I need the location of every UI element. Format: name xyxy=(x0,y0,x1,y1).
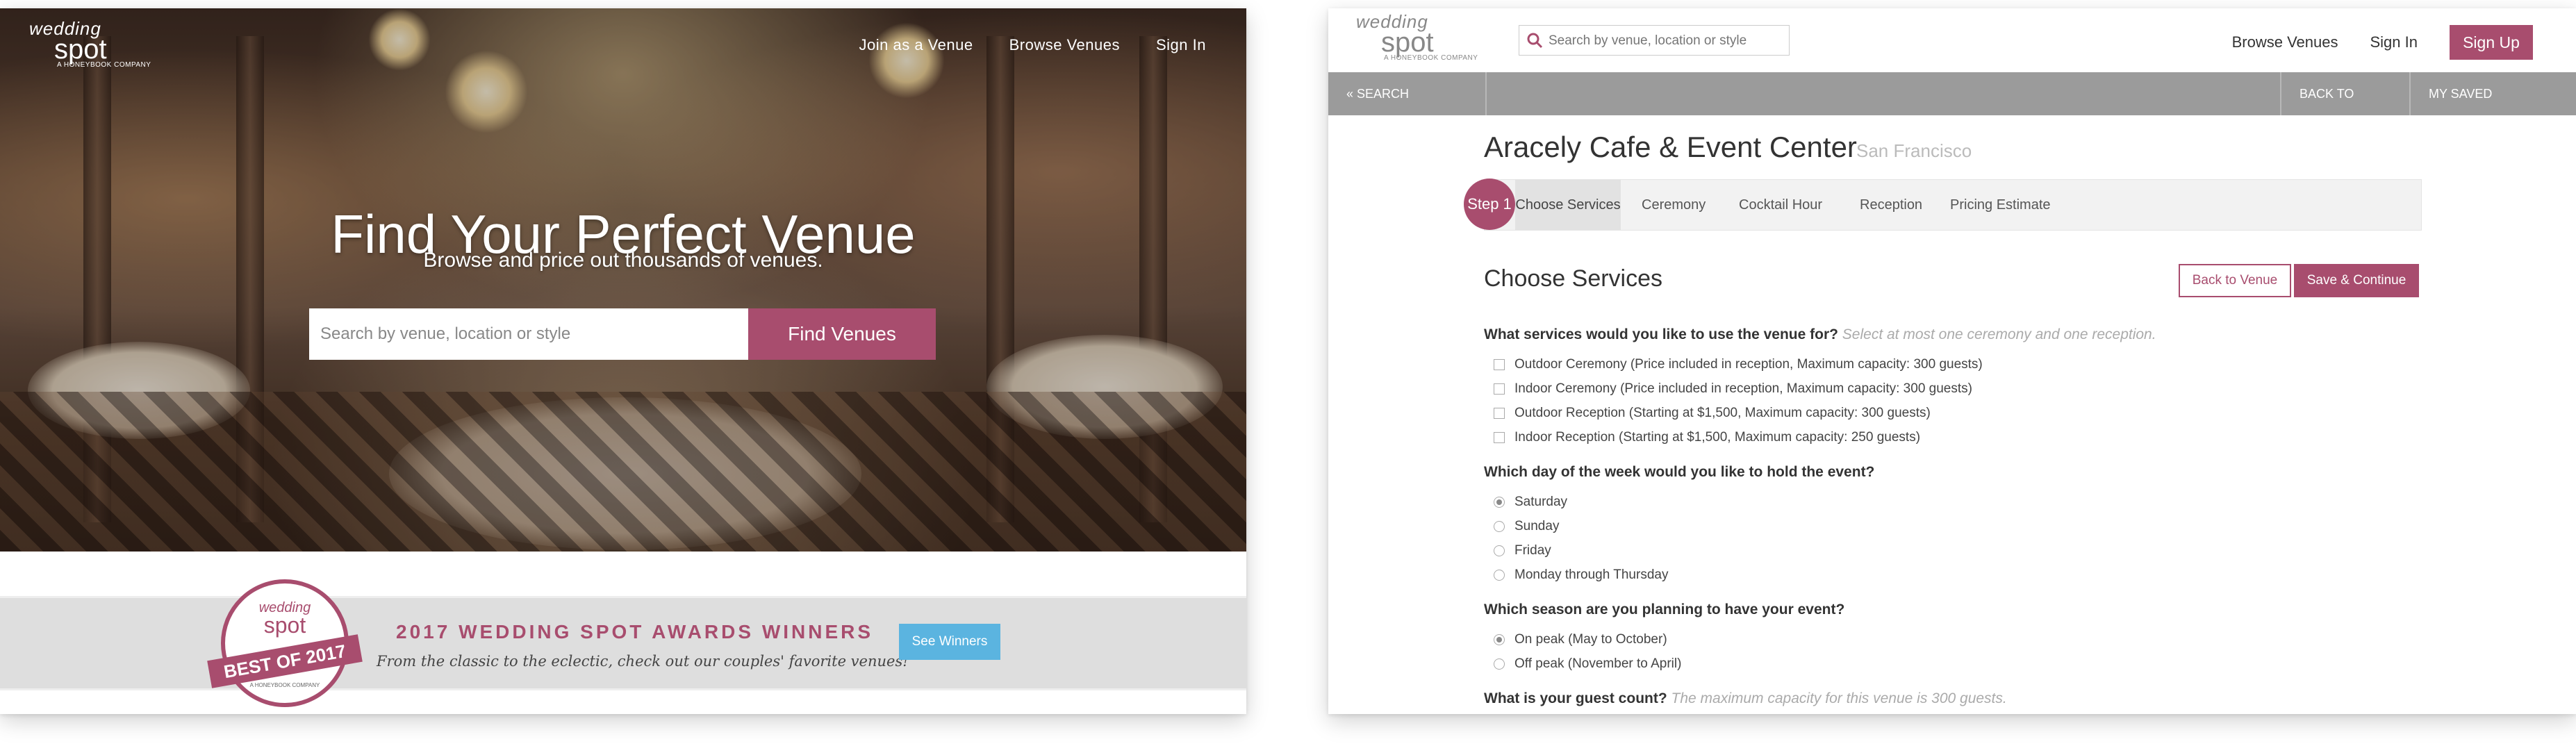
logo-line2: spot xyxy=(54,34,107,65)
logo-line3: A HONEYBOOK COMPANY xyxy=(57,61,151,69)
checkbox[interactable] xyxy=(1494,383,1505,395)
header-search xyxy=(1519,25,1790,56)
header-search-input[interactable] xyxy=(1547,26,1786,56)
question-hint: Select at most one ceremony and one rece… xyxy=(1842,326,2156,342)
save-continue-button[interactable]: Save & Continue xyxy=(2294,264,2419,297)
nav-browse-venues[interactable]: Browse Venues xyxy=(2232,33,2338,51)
step-choose-services[interactable]: Choose Services xyxy=(1515,180,1621,230)
option-label: Outdoor Ceremony (Price included in rece… xyxy=(1514,357,1983,372)
step-reception[interactable]: Reception xyxy=(1860,180,1922,230)
hero-subtitle: Browse and price out thousands of venues… xyxy=(423,249,823,272)
nav-sign-in[interactable]: Sign In xyxy=(2370,33,2418,51)
logo-line3: A HONEYBOOK COMPANY xyxy=(1384,54,1478,62)
step-progress-bar: Step 1 Choose Services Ceremony Cocktail… xyxy=(1464,179,2422,231)
hero-nav: Join as a Venue Browse Venues Sign In xyxy=(859,36,1206,54)
nav-sign-in[interactable]: Sign In xyxy=(1156,36,1206,54)
awards-subtitle: From the classic to the eclectic, check … xyxy=(377,653,909,670)
question-services: What services would you like to use the … xyxy=(1484,326,2156,343)
day-option[interactable]: Friday xyxy=(1494,543,1551,558)
option-label: Monday through Thursday xyxy=(1514,567,1669,582)
option-label: On peak (May to October) xyxy=(1514,632,1667,647)
step-ceremony[interactable]: Ceremony xyxy=(1642,180,1706,230)
search-results-link[interactable]: « SEARCH RESULTS xyxy=(1328,72,1487,144)
search-icon xyxy=(1526,32,1543,52)
radio-button[interactable] xyxy=(1494,497,1505,508)
question-season: Which season are you planning to have yo… xyxy=(1484,602,1844,618)
day-option[interactable]: Saturday xyxy=(1494,495,1567,510)
header-nav: Browse Venues Sign In Sign Up xyxy=(2232,25,2533,60)
venue-pricing-screenshot: wedding spot A HONEYBOOK COMPANY Browse … xyxy=(1328,8,2576,714)
option-label: Outdoor Reception (Starting at $1,500, M… xyxy=(1514,406,1931,420)
awards-title: 2017 WEDDING SPOT AWARDS WINNERS xyxy=(396,621,874,643)
season-option[interactable]: On peak (May to October) xyxy=(1494,632,1667,647)
question-hint: The maximum capacity for this venue is 3… xyxy=(1671,690,2007,706)
subnav-bar: « SEARCH RESULTS BACK TO VENUE MY SAVED … xyxy=(1328,72,2576,144)
radio-button[interactable] xyxy=(1494,570,1505,581)
service-option[interactable]: Indoor Ceremony (Price included in recep… xyxy=(1494,381,1972,397)
option-label: Sunday xyxy=(1514,519,1560,533)
option-label: Friday xyxy=(1514,543,1551,558)
day-option[interactable]: Sunday xyxy=(1494,519,1559,534)
awards-band xyxy=(0,596,1246,690)
option-label: Saturday xyxy=(1514,495,1568,509)
nav-browse-venues[interactable]: Browse Venues xyxy=(1009,36,1120,54)
checkbox[interactable] xyxy=(1494,408,1505,419)
season-option[interactable]: Off peak (November to April) xyxy=(1494,656,1681,672)
back-to-venue-link[interactable]: BACK TO VENUE xyxy=(2280,72,2411,144)
option-label: Indoor Reception (Starting at $1,500, Ma… xyxy=(1514,430,1921,445)
sign-up-button[interactable]: Sign Up xyxy=(2450,25,2533,60)
service-option[interactable]: Outdoor Ceremony (Price included in rece… xyxy=(1494,357,1983,372)
venue-city: San Francisco xyxy=(1856,140,1972,161)
checkbox[interactable] xyxy=(1494,359,1505,370)
option-label: Off peak (November to April) xyxy=(1514,656,1682,671)
section-title: Choose Services xyxy=(1484,265,1663,292)
question-text: What is your guest count? xyxy=(1484,690,1667,706)
logo-line2: spot xyxy=(1381,27,1434,58)
best-of-2017-badge: wedding spot BEST OF 2017 A HONEYBOOK CO… xyxy=(207,579,363,707)
radio-button[interactable] xyxy=(1494,545,1505,556)
question-text: Which day of the week would you like to … xyxy=(1484,464,1875,480)
radio-button[interactable] xyxy=(1494,658,1505,670)
step-cocktail-hour[interactable]: Cocktail Hour xyxy=(1739,180,1822,230)
wedding-spot-logo[interactable]: wedding spot A HONEYBOOK COMPANY xyxy=(29,19,151,69)
landing-page-screenshot: wedding spot A HONEYBOOK COMPANY Join as… xyxy=(0,8,1246,714)
site-header: wedding spot A HONEYBOOK COMPANY Browse … xyxy=(1328,8,2576,73)
awards-section: wedding spot BEST OF 2017 A HONEYBOOK CO… xyxy=(0,552,1246,714)
question-text: Which season are you planning to have yo… xyxy=(1484,602,1845,617)
hero-banner: wedding spot A HONEYBOOK COMPANY Join as… xyxy=(0,8,1246,552)
back-to-venue-button[interactable]: Back to Venue xyxy=(2179,264,2291,297)
service-option[interactable]: Indoor Reception (Starting at $1,500, Ma… xyxy=(1494,430,1920,445)
question-text: What services would you like to use the … xyxy=(1484,326,1838,342)
service-option[interactable]: Outdoor Reception (Starting at $1,500, M… xyxy=(1494,406,1931,421)
step-pricing-estimate[interactable]: Pricing Estimate xyxy=(1950,180,2051,230)
hero-overlay xyxy=(0,8,1246,552)
question-day: Which day of the week would you like to … xyxy=(1484,464,1874,481)
badge-small-text: A HONEYBOOK COMPANY xyxy=(249,682,320,688)
question-guest-count: What is your guest count? The maximum ca… xyxy=(1484,690,2007,707)
nav-join-as-venue[interactable]: Join as a Venue xyxy=(859,36,973,54)
day-option[interactable]: Monday through Thursday xyxy=(1494,567,1668,583)
see-winners-button[interactable]: See Winners xyxy=(899,624,1000,660)
venue-name: Aracely Cafe & Event Center xyxy=(1484,131,1857,163)
step-indicator: Step 1 xyxy=(1464,179,1515,230)
radio-button[interactable] xyxy=(1494,521,1505,532)
checkbox[interactable] xyxy=(1494,432,1505,443)
badge-line2: spot xyxy=(263,613,306,638)
wedding-spot-logo[interactable]: wedding spot A HONEYBOOK COMPANY xyxy=(1356,13,1478,62)
hero-search-input[interactable] xyxy=(309,308,748,360)
find-venues-button[interactable]: Find Venues xyxy=(748,308,936,360)
saved-estimates-link[interactable]: MY SAVED ESTIMATES xyxy=(2411,72,2576,144)
radio-button[interactable] xyxy=(1494,634,1505,645)
option-label: Indoor Ceremony (Price included in recep… xyxy=(1514,381,1972,396)
